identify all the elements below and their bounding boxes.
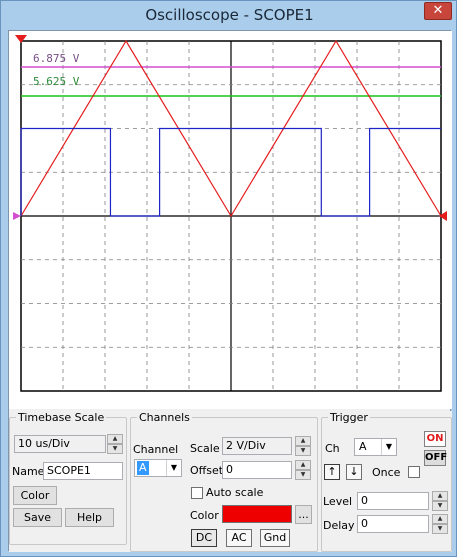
channel-scale-stepper[interactable]: ▲ ▼	[295, 436, 311, 456]
scope-display: 6.875 V 5.625 V	[9, 31, 452, 409]
chevron-down-icon[interactable]: ▼	[381, 439, 396, 455]
stepper-up-icon[interactable]: ▲	[295, 460, 311, 470]
channel-label: Channel	[133, 443, 179, 456]
falling-edge-icon: ↓	[349, 465, 359, 478]
client-area: 6.875 V 5.625 V Timebase Scale 10 us/Div…	[8, 30, 452, 552]
offset-stepper[interactable]: ▲ ▼	[295, 460, 311, 480]
ground-marker-icon	[13, 212, 21, 220]
oscilloscope-window: Oscilloscope - SCOPE1 ✕ 6.875 V 5.625 V …	[0, 0, 457, 557]
stepper-down-icon[interactable]: ▼	[432, 524, 448, 534]
stepper-up-icon[interactable]: ▲	[107, 434, 123, 444]
stepper-up-icon[interactable]: ▲	[295, 436, 311, 446]
save-button[interactable]: Save	[13, 508, 62, 527]
timebase-legend: Timebase Scale	[18, 411, 105, 424]
stepper-down-icon[interactable]: ▼	[107, 444, 123, 454]
cursor-label-top: 6.875 V	[33, 52, 80, 65]
control-panel: Timebase Scale 10 us/Div ▲ ▼ Name SCOPE1…	[9, 411, 452, 552]
stepper-down-icon[interactable]: ▼	[295, 446, 311, 456]
cursor-label-bottom: 5.625 V	[33, 75, 80, 88]
level-stepper[interactable]: ▲ ▼	[432, 491, 448, 511]
trigger-channel-value: A	[359, 440, 367, 453]
color-button[interactable]: Color	[13, 486, 57, 505]
scale-label: Scale	[190, 442, 220, 455]
stepper-up-icon[interactable]: ▲	[432, 514, 448, 524]
delay-stepper[interactable]: ▲ ▼	[432, 514, 448, 534]
offset-label: Offset	[190, 464, 224, 477]
channel-select[interactable]: A ▼	[134, 459, 182, 477]
coupling-gnd-button[interactable]: Gnd	[260, 529, 290, 547]
trigger-on-button[interactable]: ON	[424, 431, 446, 447]
stepper-down-icon[interactable]: ▼	[295, 470, 311, 480]
title-bar[interactable]: Oscilloscope - SCOPE1 ✕	[1, 1, 457, 29]
trigger-off-button[interactable]: OFF	[424, 450, 447, 466]
autoscale-label: Auto scale	[206, 486, 264, 499]
delay-label: Delay	[323, 519, 355, 532]
channel-scale-field[interactable]: 2 V/Div	[222, 437, 292, 455]
window-title: Oscilloscope - SCOPE1	[145, 6, 314, 24]
trigger-legend: Trigger	[330, 411, 368, 424]
chevron-down-icon[interactable]: ▼	[166, 460, 181, 476]
level-input[interactable]: 0	[357, 492, 429, 510]
autoscale-checkbox[interactable]	[191, 487, 203, 499]
rising-edge-icon: ↑	[327, 465, 337, 478]
name-input[interactable]: SCOPE1	[43, 462, 123, 480]
timebase-scale-stepper[interactable]: ▲ ▼	[107, 434, 123, 454]
falling-edge-button[interactable]: ↓	[346, 464, 362, 480]
channel-color-swatch[interactable]	[222, 505, 292, 523]
help-button[interactable]: Help	[65, 508, 114, 527]
coupling-ac-button[interactable]: AC	[226, 529, 252, 547]
ellipsis-button[interactable]: ...	[295, 505, 312, 524]
once-label: Once	[372, 466, 401, 479]
once-checkbox[interactable]	[408, 466, 420, 478]
name-label: Name	[12, 465, 45, 478]
close-button[interactable]: ✕	[424, 2, 452, 20]
trigger-ch-label: Ch	[325, 442, 340, 455]
stepper-up-icon[interactable]: ▲	[432, 491, 448, 501]
trigger-channel-select[interactable]: A ▼	[354, 438, 397, 456]
delay-input[interactable]: 0	[357, 515, 429, 533]
offset-input[interactable]: 0	[222, 461, 292, 479]
timebase-scale-field[interactable]: 10 us/Div	[14, 435, 106, 453]
channels-legend: Channels	[139, 411, 190, 424]
channel-select-value: A	[137, 461, 149, 475]
stepper-down-icon[interactable]: ▼	[432, 501, 448, 511]
channel-color-label: Color	[190, 509, 219, 522]
level-label: Level	[323, 495, 353, 508]
rising-edge-button[interactable]: ↑	[324, 464, 340, 480]
coupling-dc-button[interactable]: DC	[191, 529, 217, 547]
